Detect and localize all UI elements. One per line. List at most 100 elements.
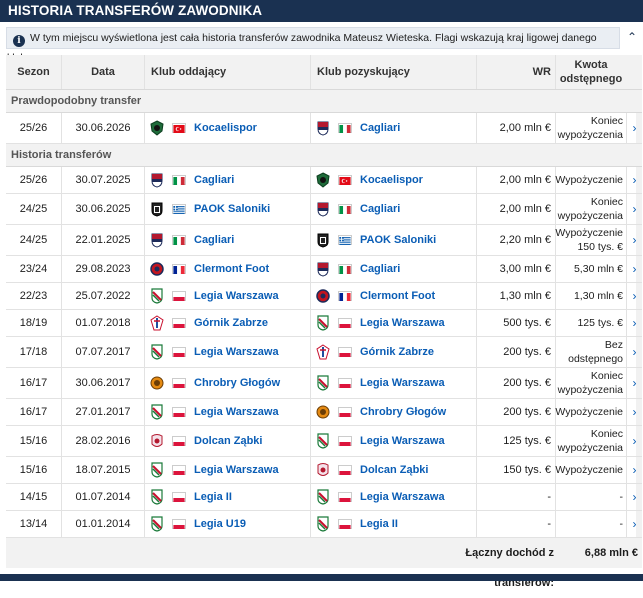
chevron-right-icon[interactable]: › — [626, 457, 642, 483]
chrobry-crest-icon[interactable] — [316, 404, 330, 420]
kocaelispor-crest-icon[interactable] — [150, 120, 164, 136]
chevron-right-icon[interactable]: › — [626, 113, 642, 143]
from-club-cell: Clermont Foot — [144, 256, 310, 282]
fee-cell: Bez odstępnego — [555, 337, 626, 367]
transfer-row[interactable]: 22/23 25.07.2022 Legia Warszawa Clermont… — [6, 283, 642, 310]
to-club-link[interactable]: Chrobry Głogów — [360, 406, 446, 418]
cagliari-crest-icon[interactable] — [316, 201, 330, 217]
column-header-to-club[interactable]: Klub pozyskujący — [310, 55, 476, 89]
to-club-link[interactable]: Cagliari — [360, 203, 400, 215]
transfer-row[interactable]: 18/19 01.07.2018 Górnik Zabrze Legia War… — [6, 310, 642, 337]
chevron-right-icon[interactable]: › — [626, 368, 642, 398]
to-club-link[interactable]: Legia Warszawa — [360, 435, 445, 447]
chevron-right-icon[interactable]: › — [626, 256, 642, 282]
transfer-row[interactable]: 15/16 28.02.2016 Dolcan Ząbki Legia Wars… — [6, 426, 642, 457]
from-club-link[interactable]: Legia II — [194, 491, 232, 503]
gornik-crest-icon[interactable] — [316, 344, 330, 360]
to-club-link[interactable]: Legia Warszawa — [360, 491, 445, 503]
transfer-row[interactable]: 13/14 01.01.2014 Legia U19 Legia II - - … — [6, 511, 642, 538]
to-club-link[interactable]: PAOK Saloniki — [360, 234, 436, 246]
to-club-link[interactable]: Clermont Foot — [360, 290, 435, 302]
transfer-row[interactable]: 25/26 30.06.2026 Kocaelispor Cagliari 2,… — [6, 113, 642, 144]
chevron-right-icon[interactable]: › — [626, 399, 642, 425]
transfer-row[interactable]: 16/17 30.06.2017 Chrobry Głogów Legia Wa… — [6, 368, 642, 399]
legia-crest-icon[interactable] — [150, 462, 164, 478]
to-club-link[interactable]: Kocaelispor — [360, 174, 423, 186]
paok-crest-icon[interactable] — [150, 201, 164, 217]
from-club-link[interactable]: Cagliari — [194, 234, 234, 246]
transfer-row[interactable]: 15/16 18.07.2015 Legia Warszawa Dolcan Z… — [6, 457, 642, 484]
chevron-right-icon[interactable]: › — [626, 337, 642, 367]
transfer-row[interactable]: 24/25 22.01.2025 Cagliari PAOK Saloniki … — [6, 225, 642, 256]
legia-crest-icon[interactable] — [316, 433, 330, 449]
cagliari-crest-icon[interactable] — [316, 261, 330, 277]
cagliari-crest-icon[interactable] — [150, 172, 164, 188]
from-club-link[interactable]: Legia U19 — [194, 518, 246, 530]
to-club-link[interactable]: Legia Warszawa — [360, 317, 445, 329]
column-header-market-value[interactable]: WR — [476, 55, 555, 89]
season-cell: 15/16 — [19, 464, 48, 476]
transfer-row[interactable]: 25/26 30.07.2025 Cagliari Kocaelispor 2,… — [6, 167, 642, 194]
transfer-row[interactable]: 16/17 27.01.2017 Legia Warszawa Chrobry … — [6, 399, 642, 426]
transfer-row[interactable]: 17/18 07.07.2017 Legia Warszawa Górnik Z… — [6, 337, 642, 368]
legia-crest-icon[interactable] — [150, 516, 164, 532]
chevron-right-icon[interactable]: › — [626, 194, 642, 224]
legia-crest-icon[interactable] — [150, 344, 164, 360]
legia-crest-icon[interactable] — [316, 516, 330, 532]
kocaelispor-crest-icon[interactable] — [316, 172, 330, 188]
to-club-link[interactable]: Cagliari — [360, 122, 400, 134]
from-club-link[interactable]: Dolcan Ząbki — [194, 435, 262, 447]
paok-crest-icon[interactable] — [316, 232, 330, 248]
column-header-fee[interactable]: Kwota odstępnego — [555, 55, 626, 89]
from-club-link[interactable]: Kocaelispor — [194, 122, 257, 134]
chevron-right-icon[interactable]: › — [626, 484, 642, 510]
from-club-link[interactable]: Chrobry Głogów — [194, 377, 280, 389]
from-club-cell: Legia Warszawa — [144, 457, 310, 483]
from-club-cell: Górnik Zabrze — [144, 310, 310, 336]
from-club-link[interactable]: Legia Warszawa — [194, 406, 279, 418]
dolcan-crest-icon[interactable] — [150, 433, 164, 449]
from-club-link[interactable]: Clermont Foot — [194, 263, 269, 275]
legia-crest-icon[interactable] — [316, 375, 330, 391]
cagliari-crest-icon[interactable] — [150, 232, 164, 248]
legia-crest-icon[interactable] — [150, 404, 164, 420]
legia-crest-icon[interactable] — [150, 288, 164, 304]
chevron-right-icon[interactable]: › — [626, 167, 642, 193]
column-header-season[interactable]: Sezon — [6, 55, 61, 89]
gornik-crest-icon[interactable] — [150, 315, 164, 331]
legia-crest-icon[interactable] — [316, 315, 330, 331]
transfer-row[interactable]: 23/24 29.08.2023 Clermont Foot Cagliari … — [6, 256, 642, 283]
transfer-row[interactable]: 14/15 01.07.2014 Legia II Legia Warszawa… — [6, 484, 642, 511]
to-club-cell: Cagliari — [310, 113, 476, 143]
to-club-link[interactable]: Legia II — [360, 518, 398, 530]
dolcan-crest-icon[interactable] — [316, 462, 330, 478]
column-header-date[interactable]: Data — [61, 55, 144, 89]
from-club-link[interactable]: PAOK Saloniki — [194, 203, 270, 215]
from-club-cell: Legia Warszawa — [144, 283, 310, 309]
to-club-link[interactable]: Cagliari — [360, 263, 400, 275]
chevron-right-icon[interactable]: › — [626, 426, 642, 456]
clermont-crest-icon[interactable] — [150, 261, 164, 277]
chrobry-crest-icon[interactable] — [150, 375, 164, 391]
market-value-cell: 2,20 mln € — [476, 225, 555, 255]
transfer-row[interactable]: 24/25 30.06.2025 PAOK Saloniki Cagliari … — [6, 194, 642, 225]
cagliari-crest-icon[interactable] — [316, 120, 330, 136]
column-header-from-club[interactable]: Klub oddający — [144, 55, 310, 89]
from-club-link[interactable]: Legia Warszawa — [194, 346, 279, 358]
chevron-right-icon[interactable]: › — [626, 511, 642, 537]
from-club-link[interactable]: Cagliari — [194, 174, 234, 186]
to-club-link[interactable]: Legia Warszawa — [360, 377, 445, 389]
from-club-link[interactable]: Legia Warszawa — [194, 464, 279, 476]
to-club-link[interactable]: Dolcan Ząbki — [360, 464, 428, 476]
from-club-link[interactable]: Legia Warszawa — [194, 290, 279, 302]
chevron-right-icon[interactable]: › — [626, 310, 642, 336]
to-club-cell: Legia Warszawa — [310, 310, 476, 336]
from-club-link[interactable]: Górnik Zabrze — [194, 317, 268, 329]
legia-crest-icon[interactable] — [150, 489, 164, 505]
to-club-link[interactable]: Górnik Zabrze — [360, 346, 434, 358]
chevron-right-icon[interactable]: › — [626, 283, 642, 309]
chevron-up-icon[interactable]: ⌃ — [622, 29, 642, 45]
clermont-crest-icon[interactable] — [316, 288, 330, 304]
legia-crest-icon[interactable] — [316, 489, 330, 505]
chevron-right-icon[interactable]: › — [626, 225, 642, 255]
